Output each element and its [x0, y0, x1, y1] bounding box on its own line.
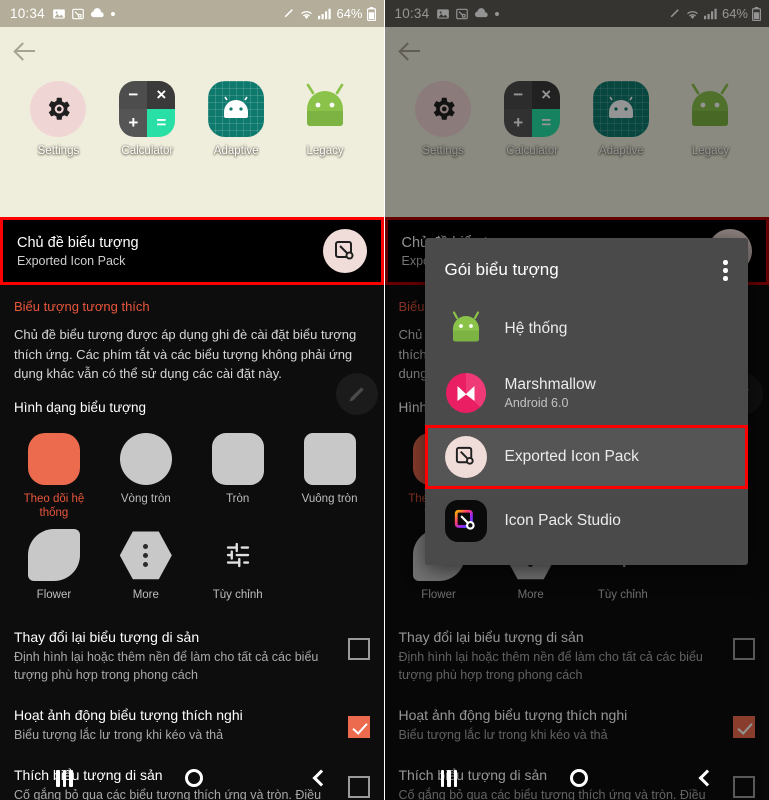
square-shape-icon — [303, 432, 356, 485]
icon-theme-title: Chủ đề biểu tượng — [17, 234, 139, 251]
icon-pack-dialog: Gói biểu tượng Hệ thống Marshmallow Andr… — [424, 238, 748, 565]
preview-app-label: Calculator — [121, 145, 174, 157]
preview-app-calculator[interactable]: − × + = Calculator — [107, 81, 187, 157]
icon-shape-grid: Theo dõi hệ thống Vòng tròn Tròn Vuông t… — [0, 415, 384, 604]
toggle-row-animate-icons[interactable]: Hoạt ảnh động biểu tượng thích nghi Biểu… — [14, 697, 370, 757]
left-phone-panel: 10:34 64% Settings − × + = Calculator Ad… — [0, 0, 384, 800]
settings-gear-icon — [30, 81, 87, 137]
signal-icon — [318, 8, 332, 19]
dialog-item-system[interactable]: Hệ thống — [425, 297, 748, 361]
toggle-title: Hoạt ảnh động biểu tượng thích nghi — [14, 706, 243, 723]
exported-icon-pack-icon — [322, 229, 367, 273]
toggle-subtitle: Biểu tượng lắc lư trong khi kéo và thả — [14, 727, 224, 742]
hexagon-more-icon — [119, 531, 172, 580]
section-paragraph: Chủ đề biểu tượng được áp dụng ghi đè cà… — [14, 327, 357, 381]
shape-option-circle[interactable]: Vòng tròn — [100, 425, 192, 522]
screenshot-icon — [71, 8, 84, 19]
dialog-item-marshmallow[interactable]: Marshmallow Android 6.0 — [425, 361, 748, 425]
tune-sliders-icon — [212, 529, 264, 581]
cloud-icon — [90, 7, 104, 17]
shape-option-system[interactable]: Theo dõi hệ thống — [8, 425, 100, 522]
shape-label: Theo dõi hệ thống — [23, 492, 85, 520]
shape-option-more[interactable]: More — [100, 521, 192, 603]
circle-shape-icon — [119, 432, 172, 485]
toggle-subtitle: Cố gắng bỏ qua các biểu tượng thích ứng … — [14, 787, 322, 800]
toggle-title: Thích biểu tượng di sản — [14, 766, 163, 783]
battery-icon — [366, 6, 376, 21]
settings-body: Chủ đề biểu tượng Exported Icon Pack Biể… — [0, 217, 384, 800]
toggle-list: Thay đổi lại biểu tượng di sản Định hình… — [0, 603, 384, 800]
status-system-icons: 64% — [282, 6, 376, 21]
preview-app-settings[interactable]: Settings — [18, 81, 98, 157]
back-row — [0, 27, 384, 75]
shape-label: Tròn — [226, 492, 250, 505]
preview-app-label: Legacy — [306, 145, 344, 157]
section-heading: Biểu tượng tương thích — [14, 299, 150, 314]
toggle-checkbox[interactable] — [347, 638, 370, 661]
dialog-item-icon-pack-studio[interactable]: Icon Pack Studio — [425, 489, 748, 553]
dialog-header: Gói biểu tượng — [425, 248, 748, 297]
shape-label: More — [132, 589, 159, 602]
shape-option-custom[interactable]: Tùy chỉnh — [192, 521, 284, 603]
pencil-edit-icon[interactable] — [335, 373, 378, 415]
back-arrow-icon[interactable] — [14, 39, 38, 63]
icon-shape-heading: Hình dạng biểu tượng — [14, 399, 146, 415]
toggle-subtitle: Định hình lại hoặc thêm nền để làm cho t… — [14, 650, 319, 683]
icon-theme-row[interactable]: Chủ đề biểu tượng Exported Icon Pack — [0, 217, 384, 285]
adaptive-android-icon — [208, 81, 265, 137]
android-system-icon — [445, 308, 487, 350]
preview-app-adaptive[interactable]: Adaptive — [196, 81, 276, 157]
toggle-checkbox[interactable] — [347, 715, 370, 738]
right-phone-panel: 10:34 64% Settings − × + = Calculator Ad… — [384, 0, 769, 800]
preview-app-label: Settings — [37, 145, 80, 157]
pencil-icon — [285, 9, 294, 18]
toggle-checkbox[interactable] — [347, 775, 370, 798]
dialog-item-label: Hệ thống — [504, 319, 568, 337]
status-time: 10:34 — [10, 6, 45, 21]
squircle-shape-icon — [27, 432, 80, 485]
dialog-item-exported-icon-pack[interactable]: Exported Icon Pack — [424, 424, 748, 489]
preview-app-legacy[interactable]: Legacy — [285, 81, 365, 157]
icon-theme-subtitle: Exported Icon Pack — [17, 253, 126, 268]
icon-preview-area: Settings − × + = Calculator Adaptive Leg… — [0, 27, 384, 217]
shape-label: Vòng tròn — [120, 492, 171, 505]
exported-icon-pack-icon — [444, 435, 487, 478]
preview-app-icons: Settings − × + = Calculator Adaptive Leg… — [0, 75, 384, 157]
kebab-menu-icon[interactable] — [723, 260, 728, 281]
toggle-title: Thay đổi lại biểu tượng di sản — [14, 629, 200, 646]
preview-app-label: Adaptive — [213, 145, 259, 157]
toggle-row-prefer-legacy[interactable]: Thích biểu tượng di sản Cố gắng bỏ qua c… — [14, 757, 370, 800]
shape-option-square[interactable]: Vuông tròn — [284, 425, 376, 522]
shape-option-flower[interactable]: Flower — [8, 521, 100, 603]
dialog-item-label: Icon Pack Studio — [504, 511, 621, 529]
wifi-icon — [301, 10, 313, 19]
battery-percent: 64% — [336, 6, 363, 21]
shape-option-rounded[interactable]: Tròn — [192, 425, 284, 522]
compatible-icons-section: Biểu tượng tương thích Chủ đề biểu tượng… — [0, 285, 384, 415]
image-icon — [52, 8, 65, 19]
shape-label: Vuông tròn — [301, 492, 358, 505]
icon-pack-studio-icon — [444, 499, 487, 542]
screenshot-stage: 10:34 64% Settings − × + = Calculator Ad… — [0, 0, 769, 800]
dot-icon — [110, 11, 115, 16]
toggle-row-reshape-legacy[interactable]: Thay đổi lại biểu tượng di sản Định hình… — [14, 619, 370, 697]
dialog-item-label: Exported Icon Pack — [504, 447, 639, 465]
flower-shape-icon — [27, 529, 80, 582]
status-notification-icons — [52, 7, 116, 21]
shape-label: Tùy chỉnh — [212, 589, 263, 602]
dialog-title: Gói biểu tượng — [444, 260, 559, 280]
legacy-android-icon — [297, 81, 353, 137]
marshmallow-icon — [445, 372, 487, 414]
status-bar: 10:34 64% — [0, 0, 384, 27]
dialog-item-sublabel: Android 6.0 — [504, 395, 569, 410]
shape-label: Flower — [36, 589, 72, 602]
calculator-icon: − × + = — [119, 81, 176, 137]
rounded-square-shape-icon — [211, 432, 264, 485]
dialog-item-label: Marshmallow — [504, 375, 596, 393]
